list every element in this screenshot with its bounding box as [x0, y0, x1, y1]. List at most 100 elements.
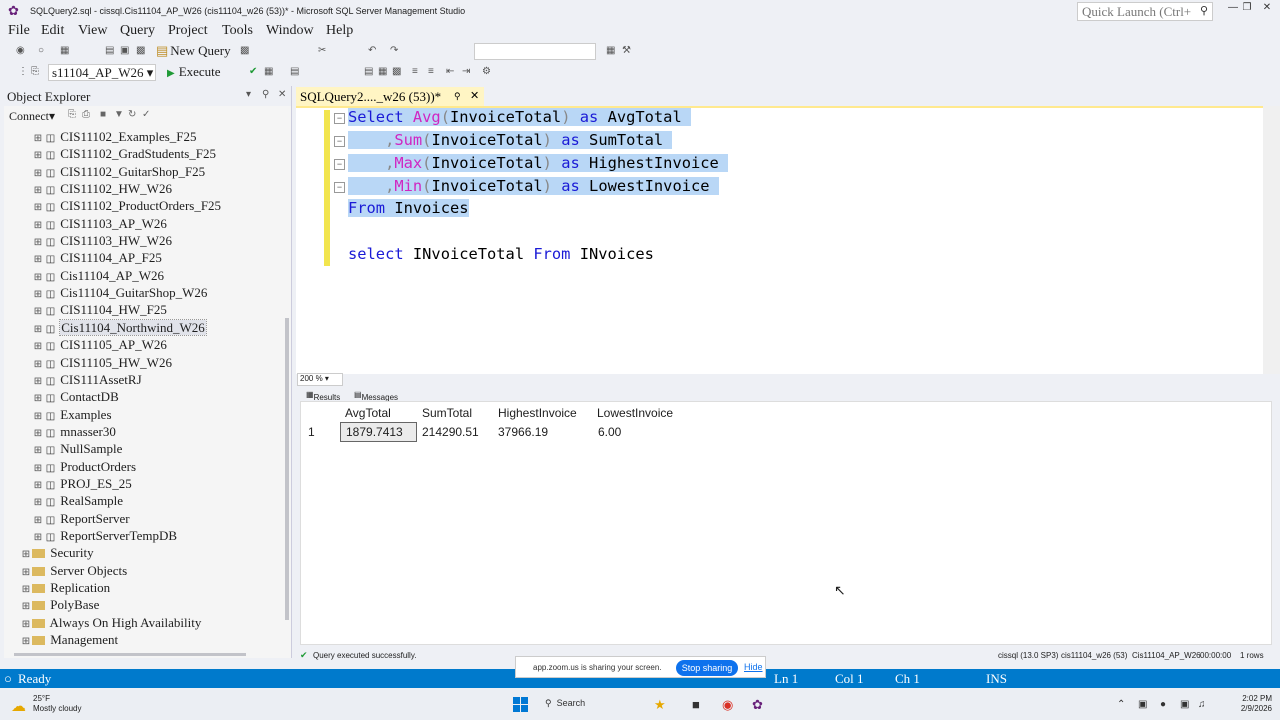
uncomment-icon[interactable]: ≡	[428, 66, 434, 77]
execute-button[interactable]: ▶ Execute	[167, 64, 221, 80]
zoom-dropdown[interactable]: 200 % ▾	[297, 373, 343, 386]
tree-item-database[interactable]: ⊞ ◫ ContactDB	[32, 388, 119, 405]
tree-item-database[interactable]: ⊞ ◫ Cis11104_AP_W26	[32, 267, 164, 284]
available-databases-dropdown[interactable]: s11104_AP_W26 ▾	[48, 64, 156, 81]
tree-item-database[interactable]: ⊞ ◫ ProductOrders	[32, 458, 136, 475]
collapse-icon[interactable]: −	[334, 182, 345, 193]
tree-item-database[interactable]: ⊞ ◫ CIS11105_HW_W26	[32, 354, 172, 371]
comment-icon[interactable]: ≡	[412, 66, 418, 77]
object-explorer-hscrollbar[interactable]	[14, 653, 246, 656]
query-editor[interactable]: − − − − Select Avg(InvoiceTotal) as AvgT…	[296, 106, 1264, 374]
tree-item-folder[interactable]: ⊞ Server Objects	[20, 562, 127, 579]
tree-item-database[interactable]: ⊞ ◫ CIS11102_GradStudents_F25	[32, 145, 216, 162]
weather-icon[interactable]: ☁	[11, 697, 26, 715]
tab-messages[interactable]: ▤ Messages	[354, 390, 398, 402]
tree-item-database[interactable]: ⊞ ◫ Cis11104_Northwind_W26	[32, 319, 207, 336]
object-explorer-scrollbar[interactable]	[285, 318, 289, 620]
disconnect-icon[interactable]: ⎙	[82, 109, 90, 120]
wrench-icon[interactable]: ⚒	[622, 45, 631, 56]
expand-icon[interactable]: ⊞	[32, 442, 44, 459]
menu-window[interactable]: Window	[266, 23, 314, 39]
tray-app-icon[interactable]: ▣	[1138, 699, 1147, 710]
database-engine-query-icon[interactable]: ▩	[240, 45, 249, 56]
ssms-taskbar-icon[interactable]: ✿	[752, 697, 763, 713]
menu-tools[interactable]: Tools	[222, 23, 253, 39]
new-query-button[interactable]: ▤ New Query	[156, 43, 231, 59]
expand-icon[interactable]: ⊞	[32, 303, 44, 320]
tree-item-folder[interactable]: ⊞ Always On High Availability	[20, 614, 202, 631]
table-cell[interactable]: 1879.7413	[346, 425, 403, 439]
properties-icon[interactable]: ▦	[606, 45, 615, 56]
redo-icon[interactable]: ↷	[390, 45, 398, 56]
results-to-file-icon[interactable]: ▩	[392, 66, 401, 77]
back-icon[interactable]: ◉	[16, 45, 25, 56]
expand-icon[interactable]: ⊞	[32, 199, 44, 216]
open-file-icon[interactable]: ▤	[105, 45, 114, 56]
new-project-icon[interactable]: ▦	[60, 45, 69, 56]
tree-item-database[interactable]: ⊞ ◫ CIS11104_HW_F25	[32, 301, 167, 318]
pin-tab-icon[interactable]: ⚲	[454, 91, 461, 102]
results-to-text-icon[interactable]: ▤	[364, 66, 373, 77]
menu-query[interactable]: Query	[120, 23, 155, 39]
tree-item-database[interactable]: ⊞ ◫ CIS11104_AP_F25	[32, 249, 162, 266]
menu-file[interactable]: File	[8, 23, 30, 39]
tree-item-database[interactable]: ⊞ ◫ mnasser30	[32, 423, 116, 440]
stop-icon[interactable]: ■	[100, 109, 106, 120]
chrome-icon[interactable]: ◉	[722, 697, 733, 713]
expand-icon[interactable]: ⊞	[20, 598, 32, 615]
parse-check-icon[interactable]: ✔	[249, 66, 257, 77]
tree-item-database[interactable]: ⊞ ◫ ReportServer	[32, 510, 130, 527]
collapse-icon[interactable]: −	[334, 136, 345, 147]
refresh-icon[interactable]: ↻	[128, 109, 136, 120]
quick-launch-input[interactable]: Quick Launch (Ctrl+ ⚲	[1077, 2, 1213, 21]
taskbar-search[interactable]: ⚲ Search	[545, 698, 585, 709]
activity-monitor-icon[interactable]: ✓	[142, 109, 150, 120]
specify-values-icon[interactable]: ⚙	[482, 66, 491, 77]
windows-start-icon[interactable]	[513, 697, 529, 713]
tray-chevron-icon[interactable]: ⌃	[1117, 699, 1125, 710]
save-icon[interactable]: ▣	[120, 45, 129, 56]
network-icon[interactable]: ▣	[1180, 699, 1189, 710]
results-to-grid-icon[interactable]: ▦	[378, 66, 387, 77]
volume-icon[interactable]: ♫	[1198, 699, 1206, 710]
menu-project[interactable]: Project	[168, 23, 208, 39]
hide-link[interactable]: Hide	[744, 662, 763, 672]
tree-item-folder[interactable]: ⊞ Security	[20, 544, 94, 561]
column-header[interactable]: SumTotal	[422, 406, 472, 420]
menu-help[interactable]: Help	[326, 23, 353, 39]
pin-icon[interactable]: ⚲	[262, 89, 269, 100]
query-options-icon[interactable]: ▤	[290, 66, 299, 77]
close-tab-icon[interactable]: ✕	[470, 89, 479, 102]
connect-plug-icon[interactable]: ⎘	[68, 109, 76, 120]
tree-item-database[interactable]: ⊞ ◫ CIS11102_HW_W26	[32, 180, 172, 197]
column-header[interactable]: LowestInvoice	[597, 406, 673, 420]
tab-results[interactable]: ▦ Results	[306, 390, 340, 402]
collapse-icon[interactable]: −	[334, 159, 345, 170]
cut-icon[interactable]: ✂	[318, 45, 326, 56]
file-explorer-icon[interactable]: ■	[692, 697, 700, 712]
table-cell[interactable]: 37966.19	[498, 425, 548, 439]
widgets-icon[interactable]: ★	[654, 697, 666, 713]
expand-icon[interactable]: ⊞	[32, 251, 44, 268]
tree-item-database[interactable]: ⊞ ◫ Examples	[32, 406, 112, 423]
tree-item-database[interactable]: ⊞ ◫ CIS11102_Examples_F25	[32, 128, 197, 145]
editor-scrollbar[interactable]	[1263, 106, 1280, 374]
tree-item-database[interactable]: ⊞ ◫ CIS11102_GuitarShop_F25	[32, 163, 205, 180]
tree-item-database[interactable]: ⊞ ◫ CIS11105_AP_W26	[32, 336, 167, 353]
microphone-icon[interactable]: ●	[1160, 699, 1166, 710]
system-clock[interactable]: 2:02 PM 2/9/2026	[1218, 694, 1272, 714]
column-header[interactable]: AvgTotal	[345, 406, 391, 420]
expand-icon[interactable]: ⊞	[32, 390, 44, 407]
tree-item-folder[interactable]: ⊞ Replication	[20, 579, 110, 596]
menu-view[interactable]: View	[78, 23, 107, 39]
tree-item-database[interactable]: ⊞ ◫ ReportServerTempDB	[32, 527, 177, 544]
tree-item-database[interactable]: ⊞ ◫ PROJ_ES_25	[32, 475, 132, 492]
undo-icon[interactable]: ↶	[368, 45, 376, 56]
expand-icon[interactable]: ⊞	[32, 147, 44, 164]
close-button[interactable]: ✕	[1256, 2, 1278, 20]
solution-config-dropdown[interactable]	[474, 43, 596, 60]
collapse-icon[interactable]: −	[334, 113, 345, 124]
filter-icon[interactable]: ▼	[114, 109, 124, 120]
tree-item-folder[interactable]: ⊞ Management	[20, 631, 118, 648]
expand-icon[interactable]: ⊞	[32, 338, 44, 355]
